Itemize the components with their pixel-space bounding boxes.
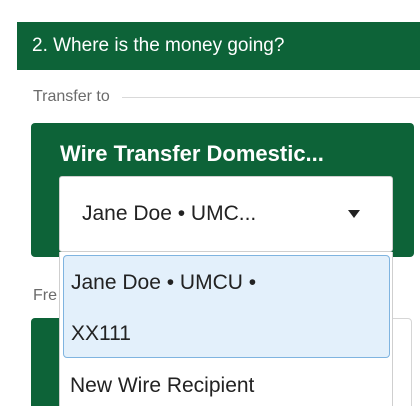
wire-transfer-title: Wire Transfer Domestic... [60, 141, 324, 166]
caret-down-icon[interactable] [348, 210, 360, 218]
lower-card-accent [31, 318, 59, 406]
option-text-line1: Jane Doe • UMCU • [71, 271, 257, 294]
recipient-select-value: Jane Doe • UMC... [82, 202, 257, 225]
dropdown-option-new-recipient[interactable]: New Wire Recipient [63, 362, 390, 406]
transfer-to-label: Transfer to [33, 88, 110, 105]
option-text-line2: XX111 [71, 322, 131, 345]
recipient-select[interactable]: Jane Doe • UMC... [59, 176, 393, 252]
transfer-to-row: Transfer to [33, 86, 420, 108]
dropdown-option-jane-doe[interactable]: Jane Doe • UMCU • XX111 [63, 255, 390, 358]
frequency-label: Fre [33, 287, 57, 304]
divider [121, 96, 420, 98]
recipient-dropdown-list: Jane Doe • UMCU • XX111 New Wire Recipie… [59, 252, 393, 406]
section-title: 2. Where is the money going? [32, 35, 285, 56]
option-text: New Wire Recipient [70, 374, 255, 397]
section-header: 2. Where is the money going? [17, 22, 420, 70]
